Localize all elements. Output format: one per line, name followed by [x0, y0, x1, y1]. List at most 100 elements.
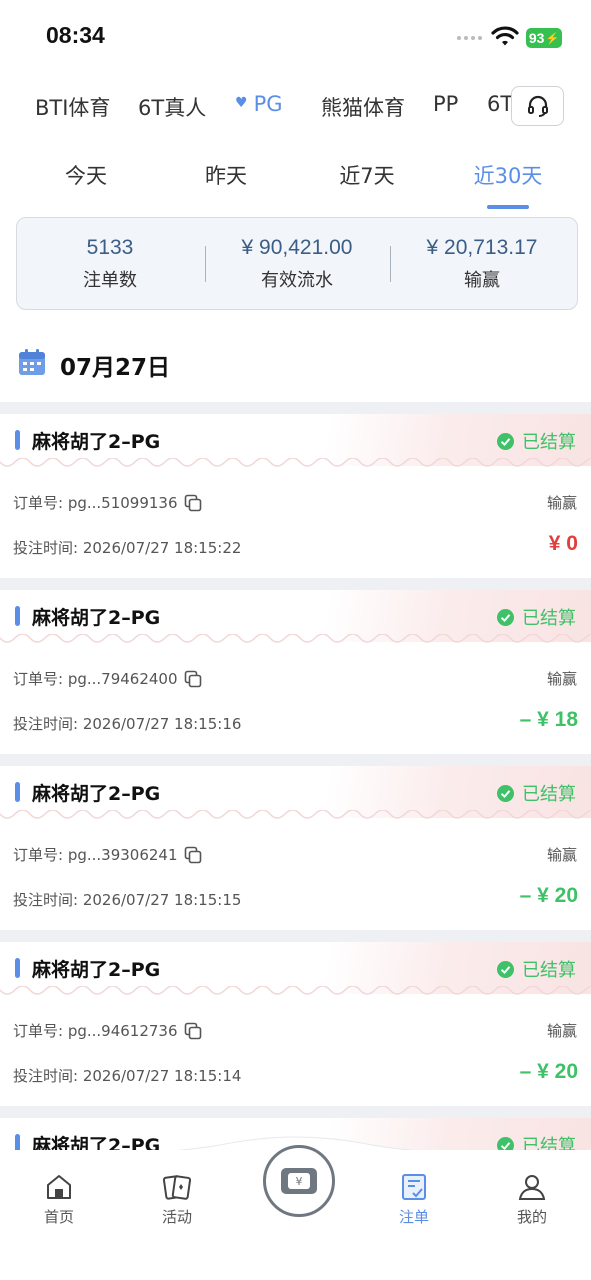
game-title: 麻将胡了2–PG — [32, 607, 161, 629]
tab-today[interactable]: 今天 — [26, 160, 146, 190]
bet-time: 投注时间: 2026/07/27 18:15:16 — [13, 715, 242, 733]
status-label: 已结算 — [522, 960, 576, 981]
nav-activity-label: 活动 — [161, 1208, 192, 1226]
bet-card[interactable]: 麻将胡了2–PG 已结算 订单号: pg...79462400 输赢 投注时间:… — [0, 590, 591, 754]
copy-icon[interactable] — [184, 846, 202, 864]
winloss-label: 输赢 — [546, 494, 577, 512]
copy-icon[interactable] — [184, 670, 202, 688]
cards-icon — [162, 1175, 192, 1200]
bets-count: 5133 — [86, 236, 134, 259]
copy-icon[interactable] — [184, 1022, 202, 1040]
winloss-amount: – ¥ 18 — [519, 708, 578, 731]
wifi-icon — [491, 26, 519, 46]
bet-card[interactable]: 麻将胡了2–PG 已结算 订单号: pg...39306241 输赢 投注时间:… — [0, 766, 591, 930]
header-wave — [0, 986, 591, 995]
provider-tab-pp[interactable]: PP — [433, 92, 458, 116]
summary-bets: 5133 注单数 — [20, 236, 200, 292]
bet-time: 投注时间: 2026/07/27 18:15:14 — [13, 1067, 242, 1085]
winloss-amount: – ¥ 20 — [519, 884, 578, 907]
summary-divider — [390, 246, 391, 282]
order-number: 订单号: pg...51099136 — [13, 494, 178, 512]
nav-bets[interactable]: 注单 — [374, 1172, 454, 1227]
summary-card: 5133 注单数 ¥ 90,421.00 有效流水 ¥ 20,713.17 输赢 — [16, 217, 578, 310]
bet-slip-icon — [402, 1174, 426, 1200]
nav-activity[interactable]: 活动 — [137, 1172, 217, 1227]
calendar-icon — [19, 349, 45, 375]
order-number-row: 订单号: pg...79462400 — [13, 668, 202, 689]
winloss-amount: ¥ 0 — [548, 532, 578, 555]
order-number: 订单号: pg...94612736 — [13, 1022, 178, 1040]
profile-icon — [518, 1175, 546, 1200]
game-title: 麻将胡了2–PG — [32, 959, 161, 981]
headset-icon — [527, 95, 548, 117]
turnover-value: ¥ 90,421.00 — [241, 236, 353, 259]
status-badge: 已结算 — [497, 780, 576, 806]
status-badge: 已结算 — [497, 956, 576, 982]
winloss-amount: – ¥ 20 — [519, 1060, 578, 1083]
status-bar: 08:34 93 ⚡ — [0, 0, 591, 70]
header-wave — [0, 810, 591, 819]
date-group-header: 07月27日 — [60, 355, 171, 381]
nav-profile-label: 我的 — [516, 1208, 547, 1226]
provider-tab-6t-live[interactable]: 6T真人 — [138, 92, 206, 122]
list-separator — [0, 578, 591, 590]
nav-profile[interactable]: 我的 — [492, 1172, 572, 1227]
tab-7-days[interactable]: 近7天 — [307, 160, 427, 190]
game-title: 麻将胡了2–PG — [32, 431, 161, 453]
title-accent-bar — [15, 606, 20, 626]
customer-service-button[interactable] — [511, 86, 564, 126]
check-circle-icon — [497, 432, 514, 450]
list-separator — [0, 754, 591, 766]
order-number-row: 订单号: pg...39306241 — [13, 844, 202, 865]
bet-card[interactable]: 麻将胡了2–PG 已结算 订单号: pg...94612736 输赢 投注时间:… — [0, 942, 591, 1106]
title-accent-bar — [15, 958, 20, 978]
winloss-label: 输赢 — [546, 1022, 577, 1040]
tab-30-days[interactable]: 近30天 — [448, 160, 568, 190]
turnover-label: 有效流水 — [261, 270, 333, 291]
winloss-label: 输赢 — [546, 846, 577, 864]
tab-yesterday[interactable]: 昨天 — [166, 160, 286, 190]
game-title: 麻将胡了2–PG — [32, 783, 161, 805]
svg-text:¥: ¥ — [296, 1175, 303, 1188]
status-badge: 已结算 — [497, 428, 576, 454]
title-accent-bar — [15, 782, 20, 802]
title-accent-bar — [15, 430, 20, 450]
home-icon — [47, 1175, 71, 1199]
provider-tab-panda[interactable]: 熊猫体育 — [321, 92, 405, 122]
order-number: 订单号: pg...39306241 — [13, 846, 178, 864]
order-number-row: 订单号: pg...51099136 — [13, 492, 202, 513]
summary-winloss: ¥ 20,713.17 输赢 — [392, 236, 572, 292]
order-number-row: 订单号: pg...94612736 — [13, 1020, 202, 1041]
status-label: 已结算 — [522, 784, 576, 805]
check-circle-icon — [497, 608, 514, 626]
provider-tab-pg[interactable]: ♥ PG — [235, 92, 283, 116]
header-wave — [0, 634, 591, 643]
winloss-label: 输赢 — [546, 670, 577, 688]
bet-time: 投注时间: 2026/07/27 18:15:22 — [13, 539, 242, 557]
heart-icon: ♥ — [235, 95, 248, 111]
status-time: 08:34 — [46, 22, 105, 48]
header-wave — [0, 458, 591, 467]
wallet-icon: ¥ — [281, 1168, 317, 1194]
bet-card[interactable]: 麻将胡了2–PG 已结算 订单号: pg...51099136 输赢 投注时间:… — [0, 414, 591, 578]
status-label: 已结算 — [522, 608, 576, 629]
nav-home-label: 首页 — [43, 1208, 74, 1226]
provider-tab-pg-label: PG — [253, 92, 283, 116]
order-number: 订单号: pg...79462400 — [13, 670, 178, 688]
copy-icon[interactable] — [184, 494, 202, 512]
deposit-button[interactable]: ¥ — [263, 1145, 335, 1217]
bets-count-label: 注单数 — [83, 270, 137, 291]
list-separator — [0, 930, 591, 942]
signal-icon — [457, 36, 482, 40]
nav-home[interactable]: 首页 — [19, 1172, 99, 1227]
provider-tabs: BTI体育 6T真人 ♥ PG 熊猫体育 PP 6T — [0, 86, 591, 130]
battery-indicator: 93 ⚡ — [526, 28, 562, 48]
provider-tab-bti[interactable]: BTI体育 — [35, 92, 110, 122]
provider-tab-6t[interactable]: 6T — [487, 92, 513, 116]
active-tab-indicator — [487, 205, 529, 209]
check-circle-icon — [497, 960, 514, 978]
check-circle-icon — [497, 784, 514, 802]
status-label: 已结算 — [522, 432, 576, 453]
winloss-label: 输赢 — [464, 270, 500, 291]
bet-time: 投注时间: 2026/07/27 18:15:15 — [13, 891, 242, 909]
